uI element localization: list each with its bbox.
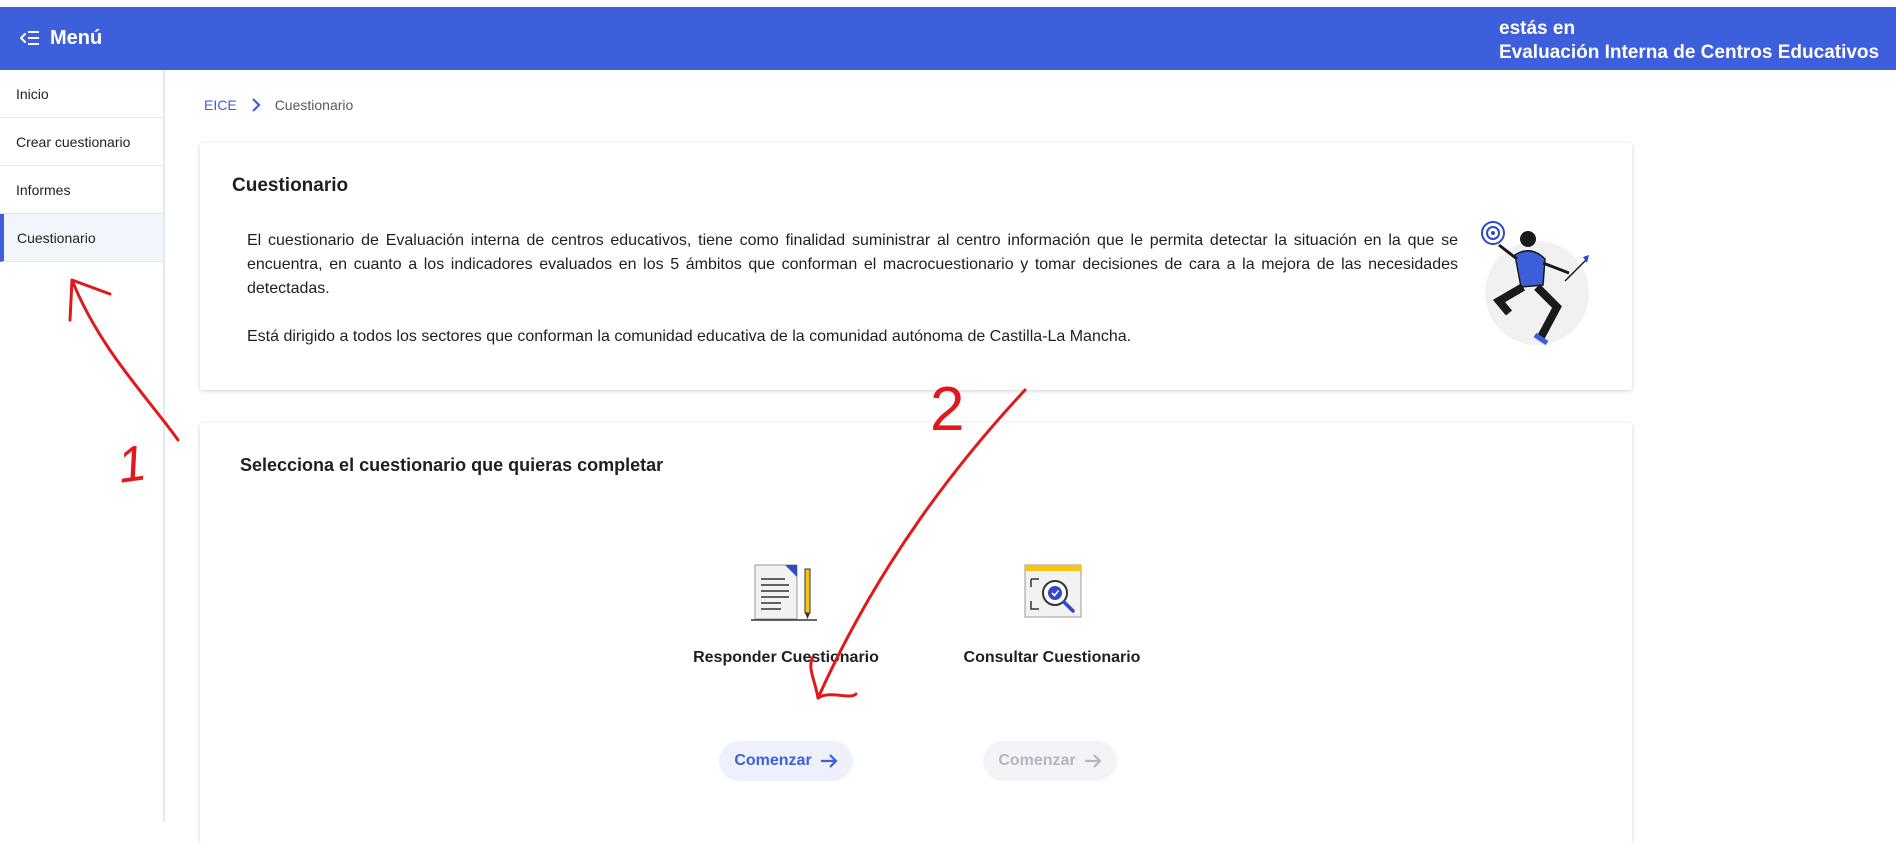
option-responder: Responder Cuestionario — [686, 563, 886, 667]
intro-paragraph-2: Está dirigido a todos los sectores que c… — [247, 328, 1132, 345]
sidebar-item-cuestionario[interactable]: Cuestionario — [0, 214, 163, 262]
start-consultar-button[interactable]: Comenzar — [983, 741, 1117, 781]
menu-collapse-icon — [20, 31, 39, 45]
option-consultar-title: Consultar Cuestionario — [963, 649, 1141, 666]
location-prefix: estás en — [1499, 18, 1576, 39]
sidebar-item-informes[interactable]: Informes — [0, 166, 163, 214]
selection-card: Selecciona el cuestionario que quieras c… — [200, 423, 1632, 843]
sidebar-item-crear-cuestionario[interactable]: Crear cuestionario — [0, 118, 163, 166]
start-consultar-label: Comenzar — [998, 752, 1076, 769]
menu-toggle-button[interactable]: Menú — [20, 23, 102, 53]
top-bar: Menú estás en Evaluación Interna de Cent… — [0, 7, 1896, 70]
sidebar-item-inicio[interactable]: Inicio — [0, 70, 163, 118]
breadcrumb: EICE Cuestionario — [204, 97, 353, 113]
intro-title: Cuestionario — [232, 175, 349, 196]
search-document-icon — [1024, 564, 1082, 618]
breadcrumb-root-link[interactable]: EICE — [204, 97, 237, 113]
option-responder-title: Responder Cuestionario — [693, 649, 879, 666]
person-target-illustration — [1481, 221, 1589, 346]
selection-title: Selecciona el cuestionario que quieras c… — [240, 455, 664, 475]
document-pencil-icon — [751, 564, 817, 621]
location-indicator: estás en Evaluación Interna de Centros E… — [1499, 17, 1889, 65]
intro-paragraph-1: El cuestionario de Evaluación interna de… — [247, 232, 1458, 297]
breadcrumb-current: Cuestionario — [274, 97, 354, 113]
menu-label: Menú — [50, 26, 103, 49]
sidebar: Inicio Crear cuestionario Informes Cuest… — [0, 70, 165, 822]
start-responder-button[interactable]: Comenzar — [719, 741, 853, 781]
option-consultar: Consultar Cuestionario — [952, 563, 1152, 667]
start-responder-label: Comenzar — [734, 752, 812, 769]
app-name: Evaluación Interna de Centros Educativos — [1499, 42, 1880, 63]
arrow-right-icon — [820, 754, 838, 768]
arrow-right-icon — [1084, 754, 1102, 768]
chevron-right-icon — [251, 98, 261, 112]
intro-card: Cuestionario El cuestionario de Evaluaci… — [200, 143, 1632, 390]
